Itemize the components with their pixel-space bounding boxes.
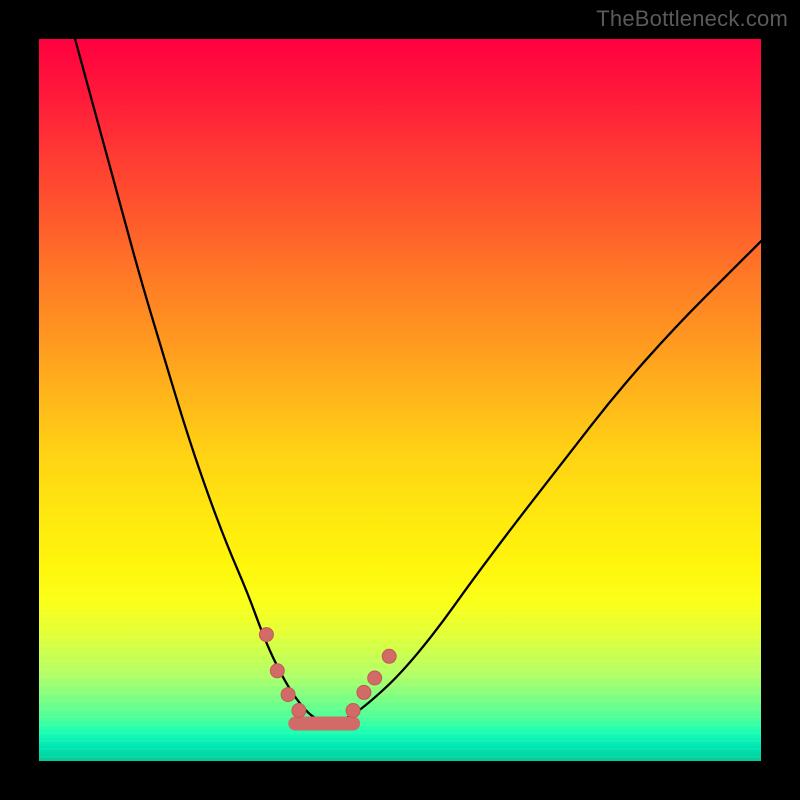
curve-marker	[357, 685, 371, 699]
curve-marker	[346, 704, 360, 718]
curve-marker	[281, 688, 295, 702]
curve-marker	[382, 649, 396, 663]
curve-marker	[259, 628, 273, 642]
curve-marker	[368, 671, 382, 685]
chart-svg	[39, 39, 761, 761]
bottleneck-curve	[75, 39, 761, 722]
plot-area	[39, 39, 761, 761]
watermark-label: TheBottleneck.com	[596, 6, 788, 32]
curve-marker	[270, 664, 284, 678]
chart-frame: TheBottleneck.com	[0, 0, 800, 800]
curve-markers	[259, 628, 396, 718]
curve-marker	[292, 704, 306, 718]
